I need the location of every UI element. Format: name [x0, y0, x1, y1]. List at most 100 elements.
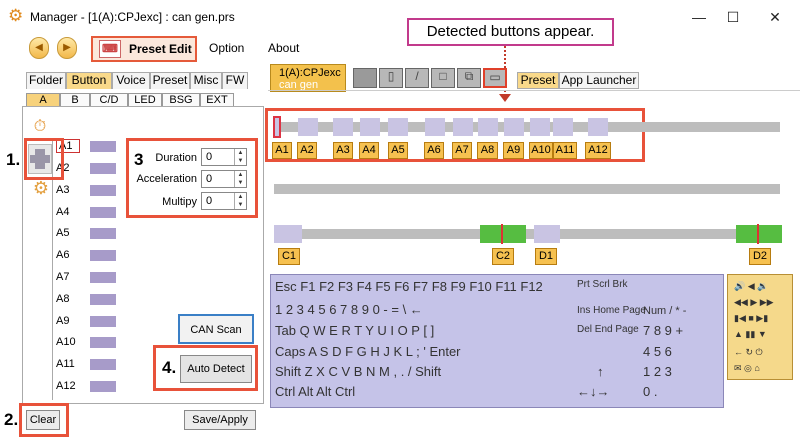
tool-line-icon[interactable]: / [405, 68, 429, 88]
tool-select-icon[interactable] [353, 68, 377, 88]
segment-c1[interactable] [274, 225, 302, 243]
row-label-a4[interactable]: A4 [56, 206, 80, 218]
step-1-label: 1. [6, 150, 21, 169]
tab-folder[interactable]: Folder [26, 72, 66, 89]
segment-a2[interactable] [298, 118, 318, 136]
segment-a10[interactable] [530, 118, 550, 136]
tab-preset-right[interactable]: Preset [517, 72, 559, 89]
playhead-marker[interactable] [273, 116, 281, 138]
misc-icons[interactable]: ✉ ◎ ⌂ [734, 363, 760, 374]
gears-icon[interactable]: ⚙ [30, 178, 52, 200]
row-swatch[interactable] [90, 207, 116, 218]
segment-a6[interactable] [425, 118, 445, 136]
can-scan-button[interactable]: CAN Scan [178, 314, 254, 344]
segment-a5[interactable] [388, 118, 408, 136]
forward-icon[interactable]: ▶ [57, 37, 77, 59]
kbd-row-shift[interactable]: Shift Z X C V B N M , . / Shift [275, 364, 441, 379]
segment-d1[interactable] [534, 225, 560, 243]
arrow-keys-icon[interactable]: ←↓→ [577, 384, 610, 399]
row-label-a11[interactable]: A11 [56, 358, 80, 370]
segment-a7[interactable] [453, 118, 473, 136]
kbd-nav-ins[interactable]: Ins Home Page [577, 305, 646, 316]
row-swatch[interactable] [90, 141, 116, 152]
segment-a3[interactable] [333, 118, 353, 136]
back-icon[interactable]: ◀ [29, 37, 49, 59]
stop-icons[interactable]: ▮◀ ■ ▶▮ [734, 313, 768, 324]
minimize-icon[interactable]: — [684, 6, 714, 28]
tool-copy-icon[interactable]: ⧉ [457, 68, 481, 88]
arrow-up-icon[interactable]: ↑ [597, 364, 604, 379]
tool-page-icon[interactable]: ▯ [379, 68, 403, 88]
subtab-ext[interactable]: EXT [200, 93, 234, 107]
row-swatch[interactable] [90, 337, 116, 348]
segment-c2[interactable] [480, 225, 526, 243]
segment-a4[interactable] [360, 118, 380, 136]
segment-a9[interactable] [504, 118, 524, 136]
subtab-cd[interactable]: C/D [90, 93, 128, 107]
kbd-row-qwerty[interactable]: Tab Q W E R T Y U I O P [ ] [275, 323, 434, 338]
kbd-numpad-row1[interactable]: Num / * - [643, 305, 686, 317]
kbd-row-number[interactable]: 1 2 3 4 5 6 7 8 9 0 - = \ ← [275, 302, 423, 317]
row-swatch[interactable] [90, 381, 116, 392]
row-label-a12[interactable]: A12 [56, 380, 80, 392]
tab-preset-current[interactable]: 1(A):CPJexc can gen [270, 64, 346, 92]
tool-rect-icon[interactable]: □ [431, 68, 455, 88]
segment-a8[interactable] [478, 118, 498, 136]
tab-preset[interactable]: Preset [150, 72, 190, 89]
app-gear-icon: ⚙ [8, 6, 24, 25]
menu-option[interactable]: Option [209, 41, 244, 55]
row-swatch[interactable] [90, 294, 116, 305]
save-apply-button[interactable]: Save/Apply [184, 410, 256, 430]
segment-d2[interactable] [736, 225, 782, 243]
kbd-nav-del[interactable]: Del End Page [577, 324, 639, 335]
row-label-a9[interactable]: A9 [56, 315, 80, 327]
segment-a11[interactable] [553, 118, 573, 136]
tab-misc[interactable]: Misc [190, 72, 222, 89]
playback-icons[interactable]: ◀◀ ▶ ▶▶ [734, 297, 774, 308]
preset-edit-button[interactable]: ⌨ Preset Edit [91, 36, 197, 62]
kbd-row-home[interactable]: Caps A S D F G H J K L ; ' Enter [275, 344, 461, 359]
nav-arrows-icons[interactable]: ← ↻ ⏻ [734, 347, 763, 358]
kbd-numpad-row5[interactable]: 0 . [643, 384, 657, 399]
kbd-row-ctrl[interactable]: Ctrl Alt Alt Ctrl [275, 384, 355, 399]
subtab-b[interactable]: B [60, 93, 90, 107]
subtab-a[interactable]: A [26, 93, 60, 107]
tab-fw[interactable]: FW [222, 72, 248, 89]
subtab-bsg[interactable]: BSG [162, 93, 200, 107]
row-label-a7[interactable]: A7 [56, 271, 80, 283]
row-swatch[interactable] [90, 316, 116, 327]
media-keys-panel[interactable]: 🔊 ◀ 🔉 ◀◀ ▶ ▶▶ ▮◀ ■ ▶▮ ▲ ▮▮ ▼ ← ↻ ⏻ ✉ ◎ ⌂ [727, 274, 793, 380]
row-swatch[interactable] [90, 163, 116, 174]
timer-icon[interactable]: ⏱ [30, 118, 50, 138]
pause-icons[interactable]: ▲ ▮▮ ▼ [734, 329, 767, 340]
virtual-keyboard[interactable]: Esc F1 F2 F3 F4 F5 F6 F7 F8 F9 F10 F11 F… [270, 274, 724, 408]
row-swatch[interactable] [90, 185, 116, 196]
keyboard-edit-icon: ⌨ [99, 40, 121, 58]
row-swatch[interactable] [90, 250, 116, 261]
subtab-led[interactable]: LED [128, 93, 162, 107]
kbd-row-function[interactable]: Esc F1 F2 F3 F4 F5 F6 F7 F8 F9 F10 F11 F… [275, 279, 543, 294]
close-icon[interactable]: ✕ [760, 6, 790, 28]
tool-detect-icon[interactable]: ▭ [483, 68, 507, 88]
tab-button[interactable]: Button [66, 72, 112, 89]
maximize-icon[interactable]: ☐ [718, 6, 748, 28]
kbd-nav-top[interactable]: Prt Scrl Brk [577, 279, 628, 290]
volume-icons[interactable]: 🔊 ◀ 🔉 [734, 281, 768, 292]
row-label-a10[interactable]: A10 [56, 336, 80, 348]
row-label-a8[interactable]: A8 [56, 293, 80, 305]
row-swatch[interactable] [90, 228, 116, 239]
tab-voice[interactable]: Voice [112, 72, 150, 89]
menu-about[interactable]: About [268, 41, 299, 55]
row-label-a3[interactable]: A3 [56, 184, 80, 196]
highlight-box-1 [24, 138, 64, 180]
kbd-numpad-row2[interactable]: 7 8 9 + [643, 323, 683, 338]
kbd-numpad-row4[interactable]: 1 2 3 [643, 364, 672, 379]
track-label-a12: A12 [585, 142, 611, 159]
kbd-numpad-row3[interactable]: 4 5 6 [643, 344, 672, 359]
row-label-a5[interactable]: A5 [56, 227, 80, 239]
row-swatch[interactable] [90, 272, 116, 283]
row-swatch[interactable] [90, 359, 116, 370]
tab-app-launcher[interactable]: App Launcher [559, 72, 639, 89]
row-label-a6[interactable]: A6 [56, 249, 80, 261]
segment-a12[interactable] [588, 118, 608, 136]
